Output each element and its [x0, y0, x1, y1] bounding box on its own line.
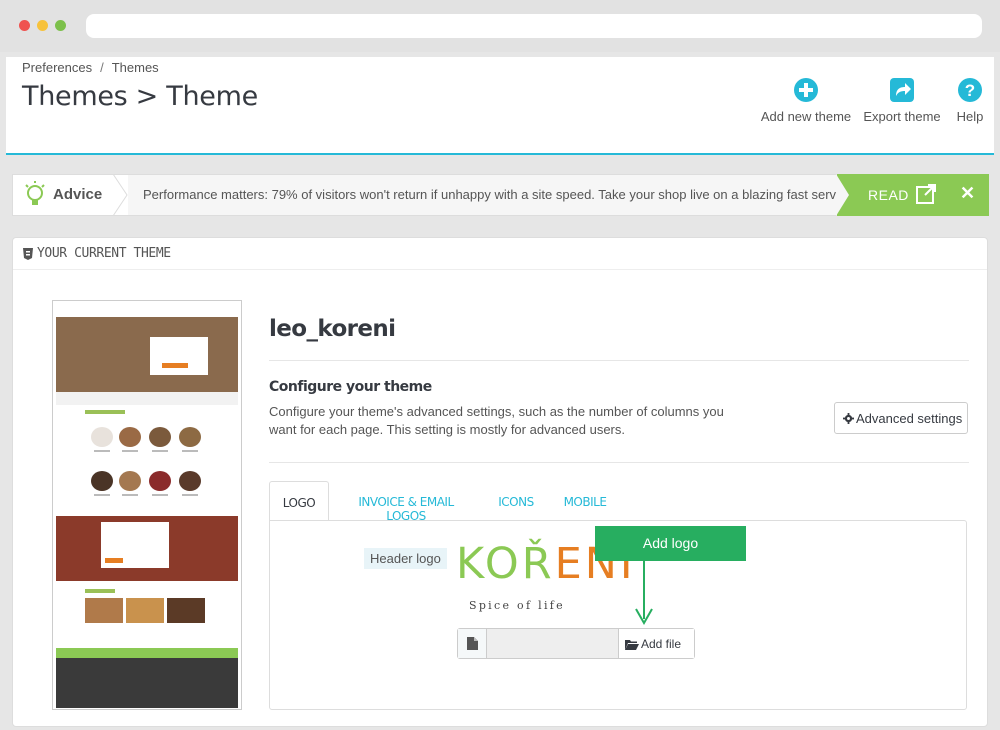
advice-chevron-icon [113, 174, 128, 216]
advice-close-button[interactable]: ✕ [960, 183, 975, 204]
svg-text:?: ? [965, 81, 975, 100]
help-button[interactable]: ? Help [951, 77, 989, 124]
advice-text: Performance matters: 79% of visitors won… [143, 187, 852, 202]
html5-icon [23, 248, 33, 260]
tab-logo[interactable]: LOGO [269, 481, 329, 522]
file-name-input[interactable] [487, 629, 618, 658]
page-header: Preferences / Themes Themes > Theme Add ne… [6, 57, 994, 155]
advice-bar: Advice Performance matters: 79% of visit… [12, 174, 989, 216]
read-button[interactable]: READ [868, 187, 909, 203]
logo-file-upload: Add file [457, 628, 695, 659]
theme-preview-image [52, 300, 242, 710]
panel-heading: YOUR CURRENT THEME [13, 238, 987, 270]
callout-arrow-icon [635, 561, 653, 625]
add-file-button[interactable]: Add file [618, 629, 694, 658]
advice-tag: Advice [13, 175, 128, 215]
gear-icon [843, 413, 854, 424]
page-title: Themes > Theme [22, 81, 258, 112]
breadcrumb-separator: / [100, 60, 104, 75]
panel-heading-text: YOUR CURRENT THEME [37, 246, 171, 261]
breadcrumb-current[interactable]: Themes [112, 60, 159, 75]
logo-tagline: Spice of life [469, 599, 565, 612]
lightbulb-icon [25, 181, 45, 205]
advice-label: Advice [53, 186, 103, 203]
read-chevron-icon [836, 174, 849, 216]
header-logo-label: Header logo [364, 548, 447, 569]
window-minimize-dot[interactable] [37, 20, 48, 31]
theme-tabs: LOGO INVOICE & EMAIL LOGOS ICONS MOBILE [269, 481, 969, 523]
address-bar[interactable] [86, 14, 982, 38]
window-close-dot[interactable] [19, 20, 30, 31]
plus-circle-icon [794, 78, 818, 102]
theme-name: leo_koreni [269, 316, 396, 342]
help-label: Help [956, 109, 984, 124]
external-link-icon[interactable] [915, 183, 937, 205]
export-theme-label: Export theme [863, 109, 941, 124]
export-theme-button[interactable]: Export theme [861, 77, 943, 124]
tab-icons[interactable]: ICONS [492, 481, 540, 521]
breadcrumb-parent[interactable]: Preferences [22, 60, 92, 75]
add-file-label: Add file [641, 637, 682, 651]
advanced-settings-label: Advanced settings [856, 411, 963, 426]
tab-invoice-email-logos[interactable]: INVOICE & EMAIL LOGOS [339, 481, 473, 523]
question-circle-icon: ? [958, 78, 982, 102]
divider [269, 462, 969, 463]
advice-read-area: READ ✕ [836, 174, 989, 216]
configure-title: Configure your theme [269, 379, 432, 395]
add-new-theme-label: Add new theme [760, 109, 852, 124]
window-maximize-dot[interactable] [55, 20, 66, 31]
divider [269, 360, 969, 361]
breadcrumb: Preferences / Themes [22, 60, 159, 75]
add-logo-callout: Add logo [595, 526, 746, 561]
advanced-settings-button[interactable]: Advanced settings [834, 402, 968, 434]
file-icon [458, 629, 487, 658]
share-icon [890, 78, 914, 102]
add-new-theme-button[interactable]: Add new theme [758, 77, 854, 124]
folder-open-icon [625, 640, 639, 650]
browser-chrome [0, 0, 1000, 52]
tab-mobile[interactable]: MOBILE [559, 481, 611, 521]
configure-description: Configure your theme's advanced settings… [269, 404, 724, 437]
current-theme-panel: YOUR CURRENT THEME leo_koreni Configure … [12, 237, 988, 727]
